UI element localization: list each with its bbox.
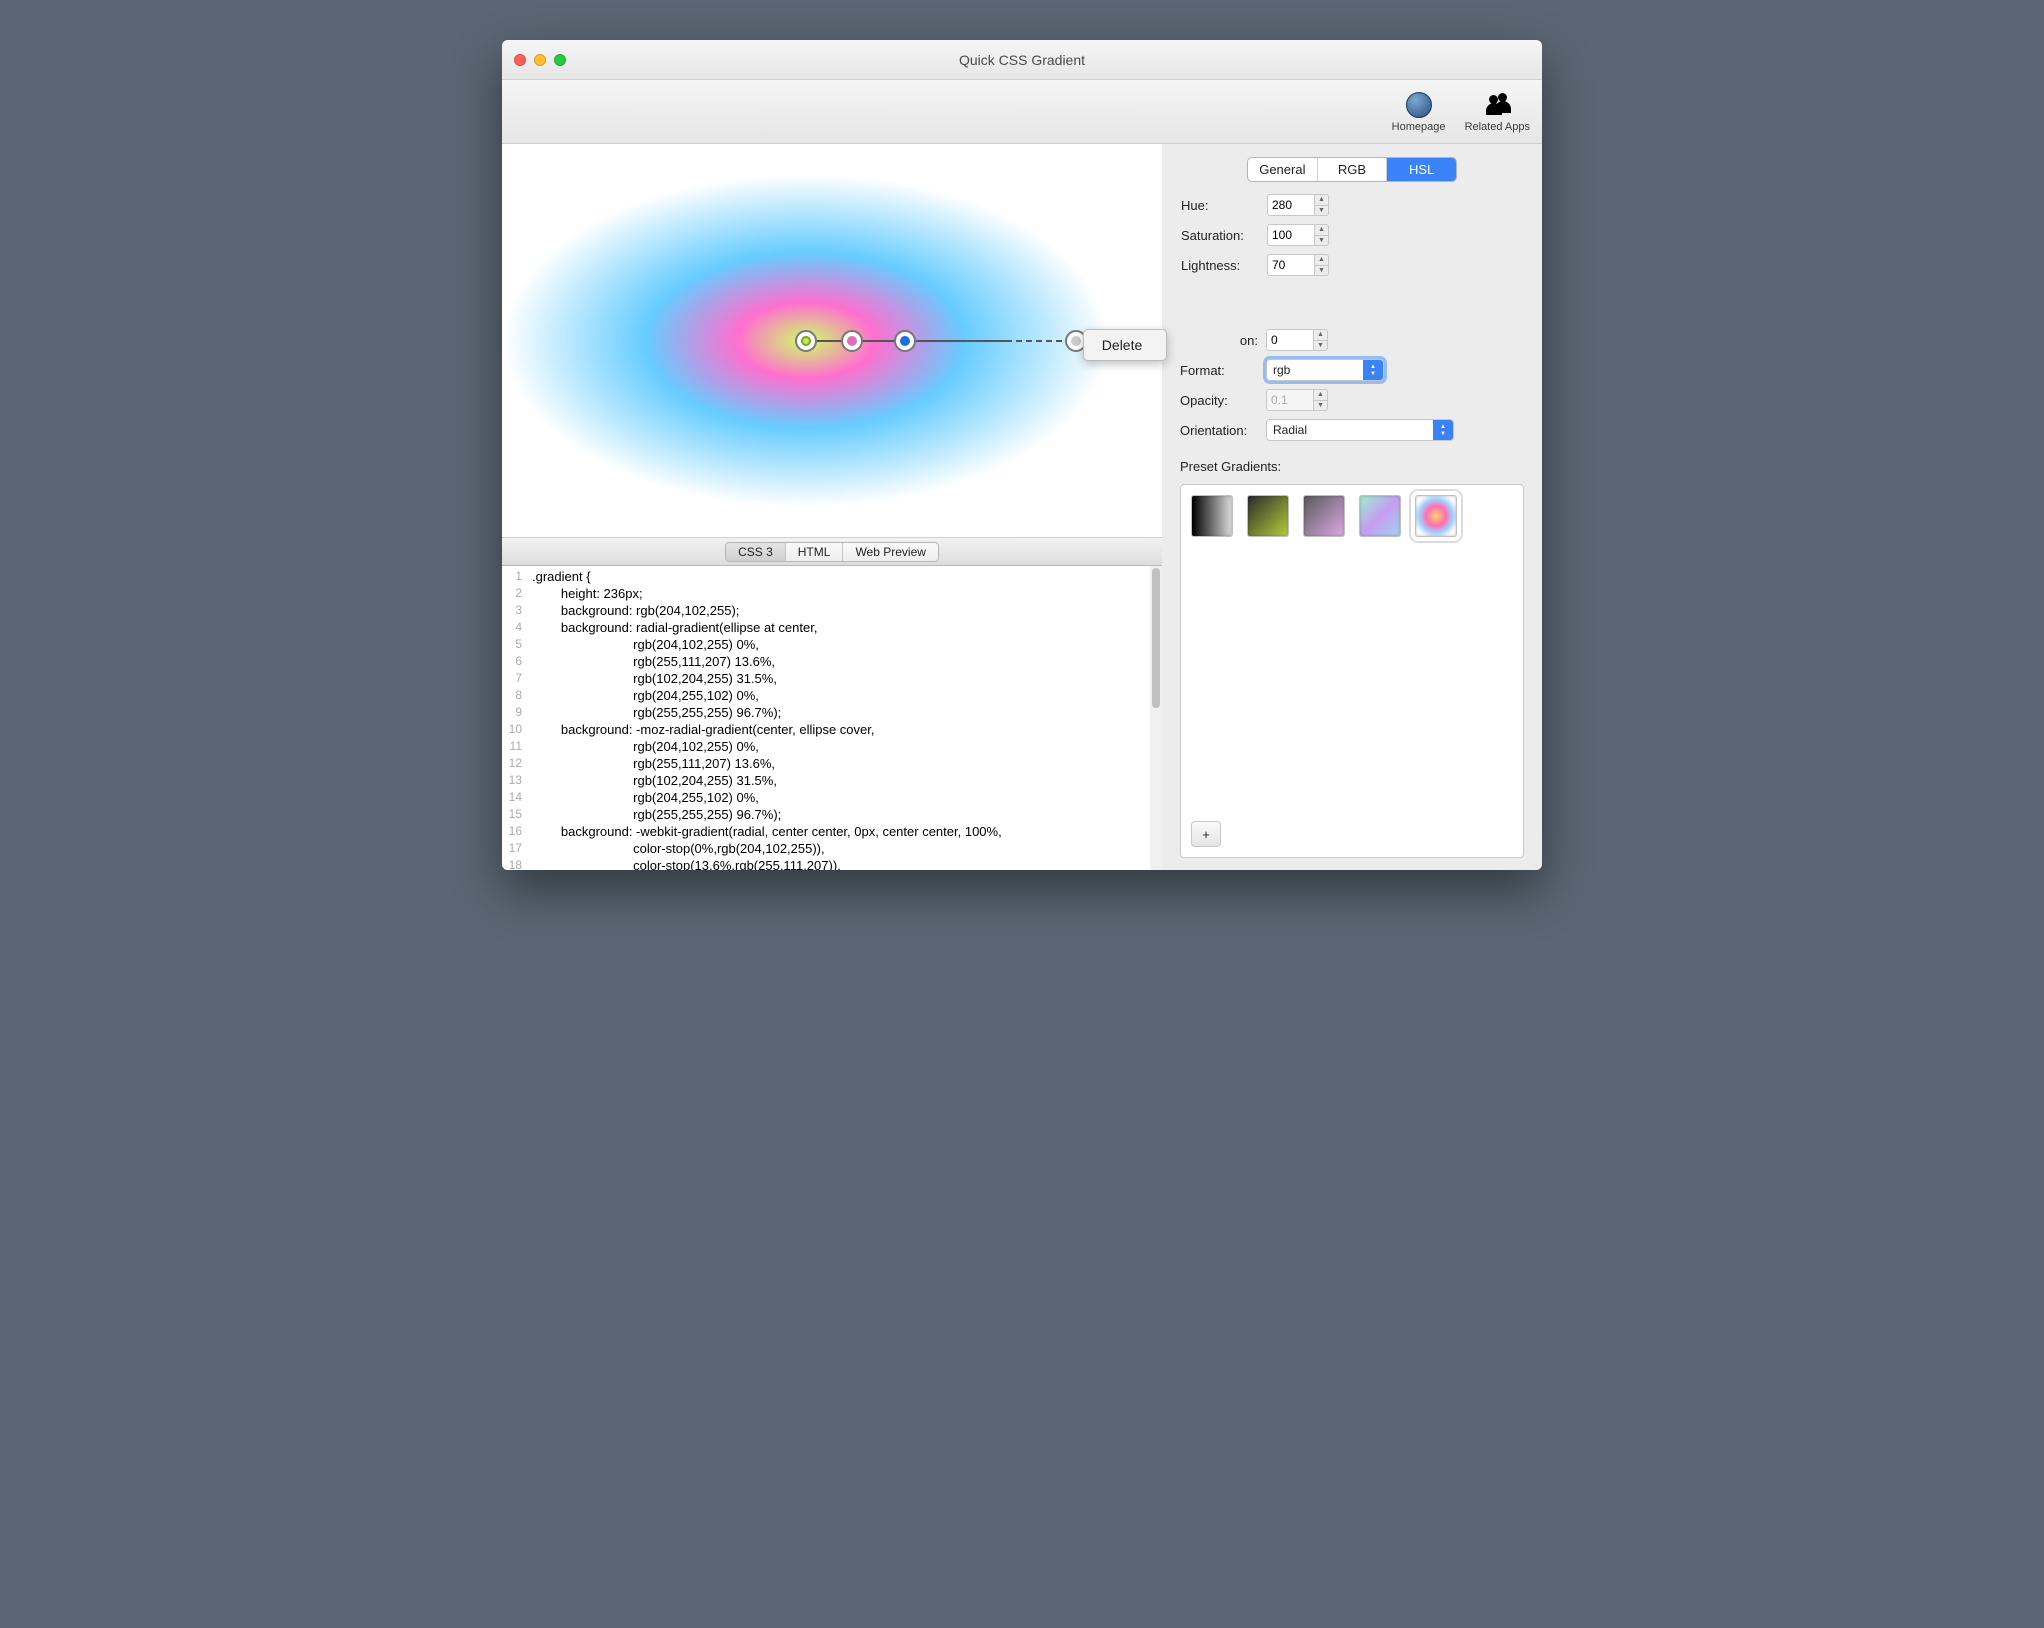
related-apps-label: Related Apps [1465,121,1530,133]
preset-swatch-1[interactable] [1191,495,1233,537]
people-icon [1483,91,1511,119]
tab-html[interactable]: HTML [786,543,844,561]
preset-swatches [1191,495,1513,537]
gradient-preview[interactable]: Delete [502,144,1162,538]
format-select[interactable]: rgb [1266,359,1384,381]
globe-icon [1405,91,1433,119]
color-mode-segmented-control: General RGB HSL [1247,157,1457,182]
output-segmented-control: CSS 3 HTML Web Preview [725,542,939,562]
lightness-stepper[interactable]: ▲▼ [1267,254,1329,276]
lightness-step-up[interactable]: ▲ [1315,255,1328,266]
row-saturation: Saturation: ▲▼ [1181,220,1523,250]
label-position-partial: on: [1180,333,1258,348]
label-hue: Hue: [1181,198,1259,213]
content: Delete CSS 3 HTML Web Preview 1234567891… [502,144,1542,870]
gradient-stop-0[interactable] [795,330,817,352]
presets-label: Preset Gradients: [1180,459,1524,474]
format-value: rgb [1273,363,1290,377]
right-column: General RGB HSL Hue: ▲▼ Saturation: ▲▼ [1162,144,1542,870]
code-gutter: 123456789101112131415161718 [502,566,528,870]
context-menu: Delete [1083,329,1167,361]
color-panel: General RGB HSL Hue: ▲▼ Saturation: ▲▼ [1180,156,1524,287]
gradient-stop-2[interactable] [894,330,916,352]
tab-general[interactable]: General [1248,158,1318,181]
preset-swatch-4[interactable] [1359,495,1401,537]
row-lightness: Lightness: ▲▼ [1181,250,1523,280]
row-format: Format: rgb [1180,355,1524,385]
saturation-stepper[interactable]: ▲▼ [1267,224,1329,246]
hue-input[interactable] [1267,194,1315,216]
position-step-down[interactable]: ▼ [1314,341,1327,351]
preset-swatch-5[interactable] [1415,495,1457,537]
opacity-step-down[interactable]: ▼ [1314,401,1327,411]
orientation-value: Radial [1273,423,1307,437]
lightness-step-down[interactable]: ▼ [1315,266,1328,276]
row-position: on: ▲▼ [1180,325,1524,355]
saturation-step-up[interactable]: ▲ [1315,225,1328,236]
titlebar[interactable]: Quick CSS Gradient [502,40,1542,80]
opacity-stepper[interactable]: ▲▼ [1266,389,1328,411]
saturation-step-down[interactable]: ▼ [1315,236,1328,246]
window-title: Quick CSS Gradient [502,52,1542,68]
toolbar: Homepage Related Apps [502,80,1542,144]
label-opacity: Opacity: [1180,393,1258,408]
presets-box: + [1180,484,1524,858]
homepage-button[interactable]: Homepage [1389,91,1449,133]
row-hue: Hue: ▲▼ [1181,190,1523,220]
hue-stepper[interactable]: ▲▼ [1267,194,1329,216]
orientation-select[interactable]: Radial [1266,419,1454,441]
homepage-label: Homepage [1392,121,1446,133]
lightness-input[interactable] [1267,254,1315,276]
code-scrollbar[interactable] [1150,566,1162,870]
preset-swatch-3[interactable] [1303,495,1345,537]
row-orientation: Orientation: Radial [1180,415,1524,445]
gradient-stop-1[interactable] [841,330,863,352]
position-input[interactable] [1266,329,1314,351]
label-orientation: Orientation: [1180,423,1258,438]
position-stepper[interactable]: ▲▼ [1266,329,1328,351]
position-step-up[interactable]: ▲ [1314,330,1327,341]
related-apps-button[interactable]: Related Apps [1465,91,1530,133]
app-window: Quick CSS Gradient Homepage Related Apps [502,40,1542,870]
tab-rgb[interactable]: RGB [1318,158,1388,181]
tab-css3[interactable]: CSS 3 [726,543,786,561]
chevron-updown-icon [1433,420,1453,440]
add-preset-button[interactable]: + [1191,821,1221,847]
code-area: 123456789101112131415161718 .gradient { … [502,566,1162,870]
label-saturation: Saturation: [1181,228,1259,243]
code-output[interactable]: .gradient { height: 236px; background: r… [528,566,1150,870]
plus-icon: + [1202,827,1210,842]
code-scrollbar-thumb[interactable] [1152,568,1160,708]
hue-step-down[interactable]: ▼ [1315,206,1328,216]
row-opacity: Opacity: ▲▼ [1180,385,1524,415]
label-format: Format: [1180,363,1258,378]
tab-hsl[interactable]: HSL [1387,158,1456,181]
output-tabs: CSS 3 HTML Web Preview [502,538,1162,566]
saturation-input[interactable] [1267,224,1315,246]
hue-step-up[interactable]: ▲ [1315,195,1328,206]
left-column: Delete CSS 3 HTML Web Preview 1234567891… [502,144,1162,870]
opacity-input[interactable] [1266,389,1314,411]
preset-swatch-2[interactable] [1247,495,1289,537]
chevron-updown-icon [1363,360,1383,380]
tab-web-preview[interactable]: Web Preview [843,543,937,561]
stop-panel: on: ▲▼ Format: rgb O [1180,325,1524,445]
opacity-step-up[interactable]: ▲ [1314,390,1327,401]
label-lightness: Lightness: [1181,258,1259,273]
context-menu-delete[interactable]: Delete [1088,334,1162,356]
